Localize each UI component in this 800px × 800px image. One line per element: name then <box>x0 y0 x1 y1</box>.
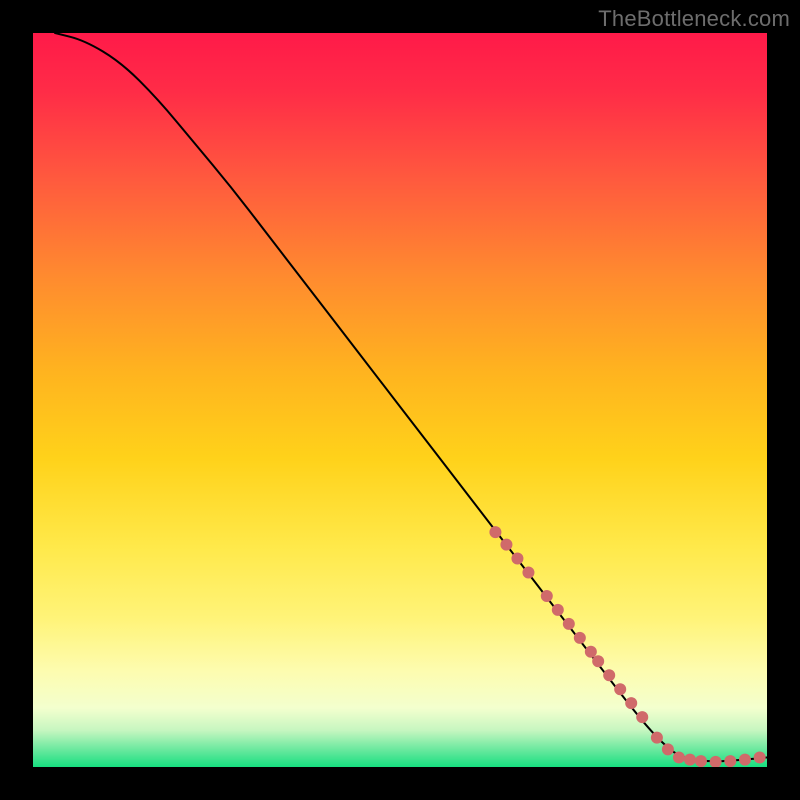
highlight-point <box>552 604 564 616</box>
gradient-background <box>33 33 767 767</box>
highlight-point <box>724 755 736 767</box>
highlight-point <box>636 711 648 723</box>
highlight-point <box>695 755 707 767</box>
highlight-point <box>489 526 501 538</box>
chart-svg <box>33 33 767 767</box>
highlight-point <box>651 732 663 744</box>
highlight-point <box>522 566 534 578</box>
highlight-point <box>574 632 586 644</box>
highlight-point <box>585 646 597 658</box>
highlight-point <box>603 669 615 681</box>
highlight-point <box>662 743 674 755</box>
highlight-point <box>739 754 751 766</box>
highlight-point <box>673 751 685 763</box>
highlight-point <box>592 655 604 667</box>
highlight-point <box>563 618 575 630</box>
highlight-point <box>500 539 512 551</box>
highlight-point <box>684 754 696 766</box>
highlight-point <box>754 751 766 763</box>
highlight-point <box>541 590 553 602</box>
chart-area <box>33 33 767 767</box>
highlight-point <box>625 697 637 709</box>
highlight-point <box>511 553 523 565</box>
watermark-text: TheBottleneck.com <box>598 6 790 32</box>
highlight-point <box>614 683 626 695</box>
